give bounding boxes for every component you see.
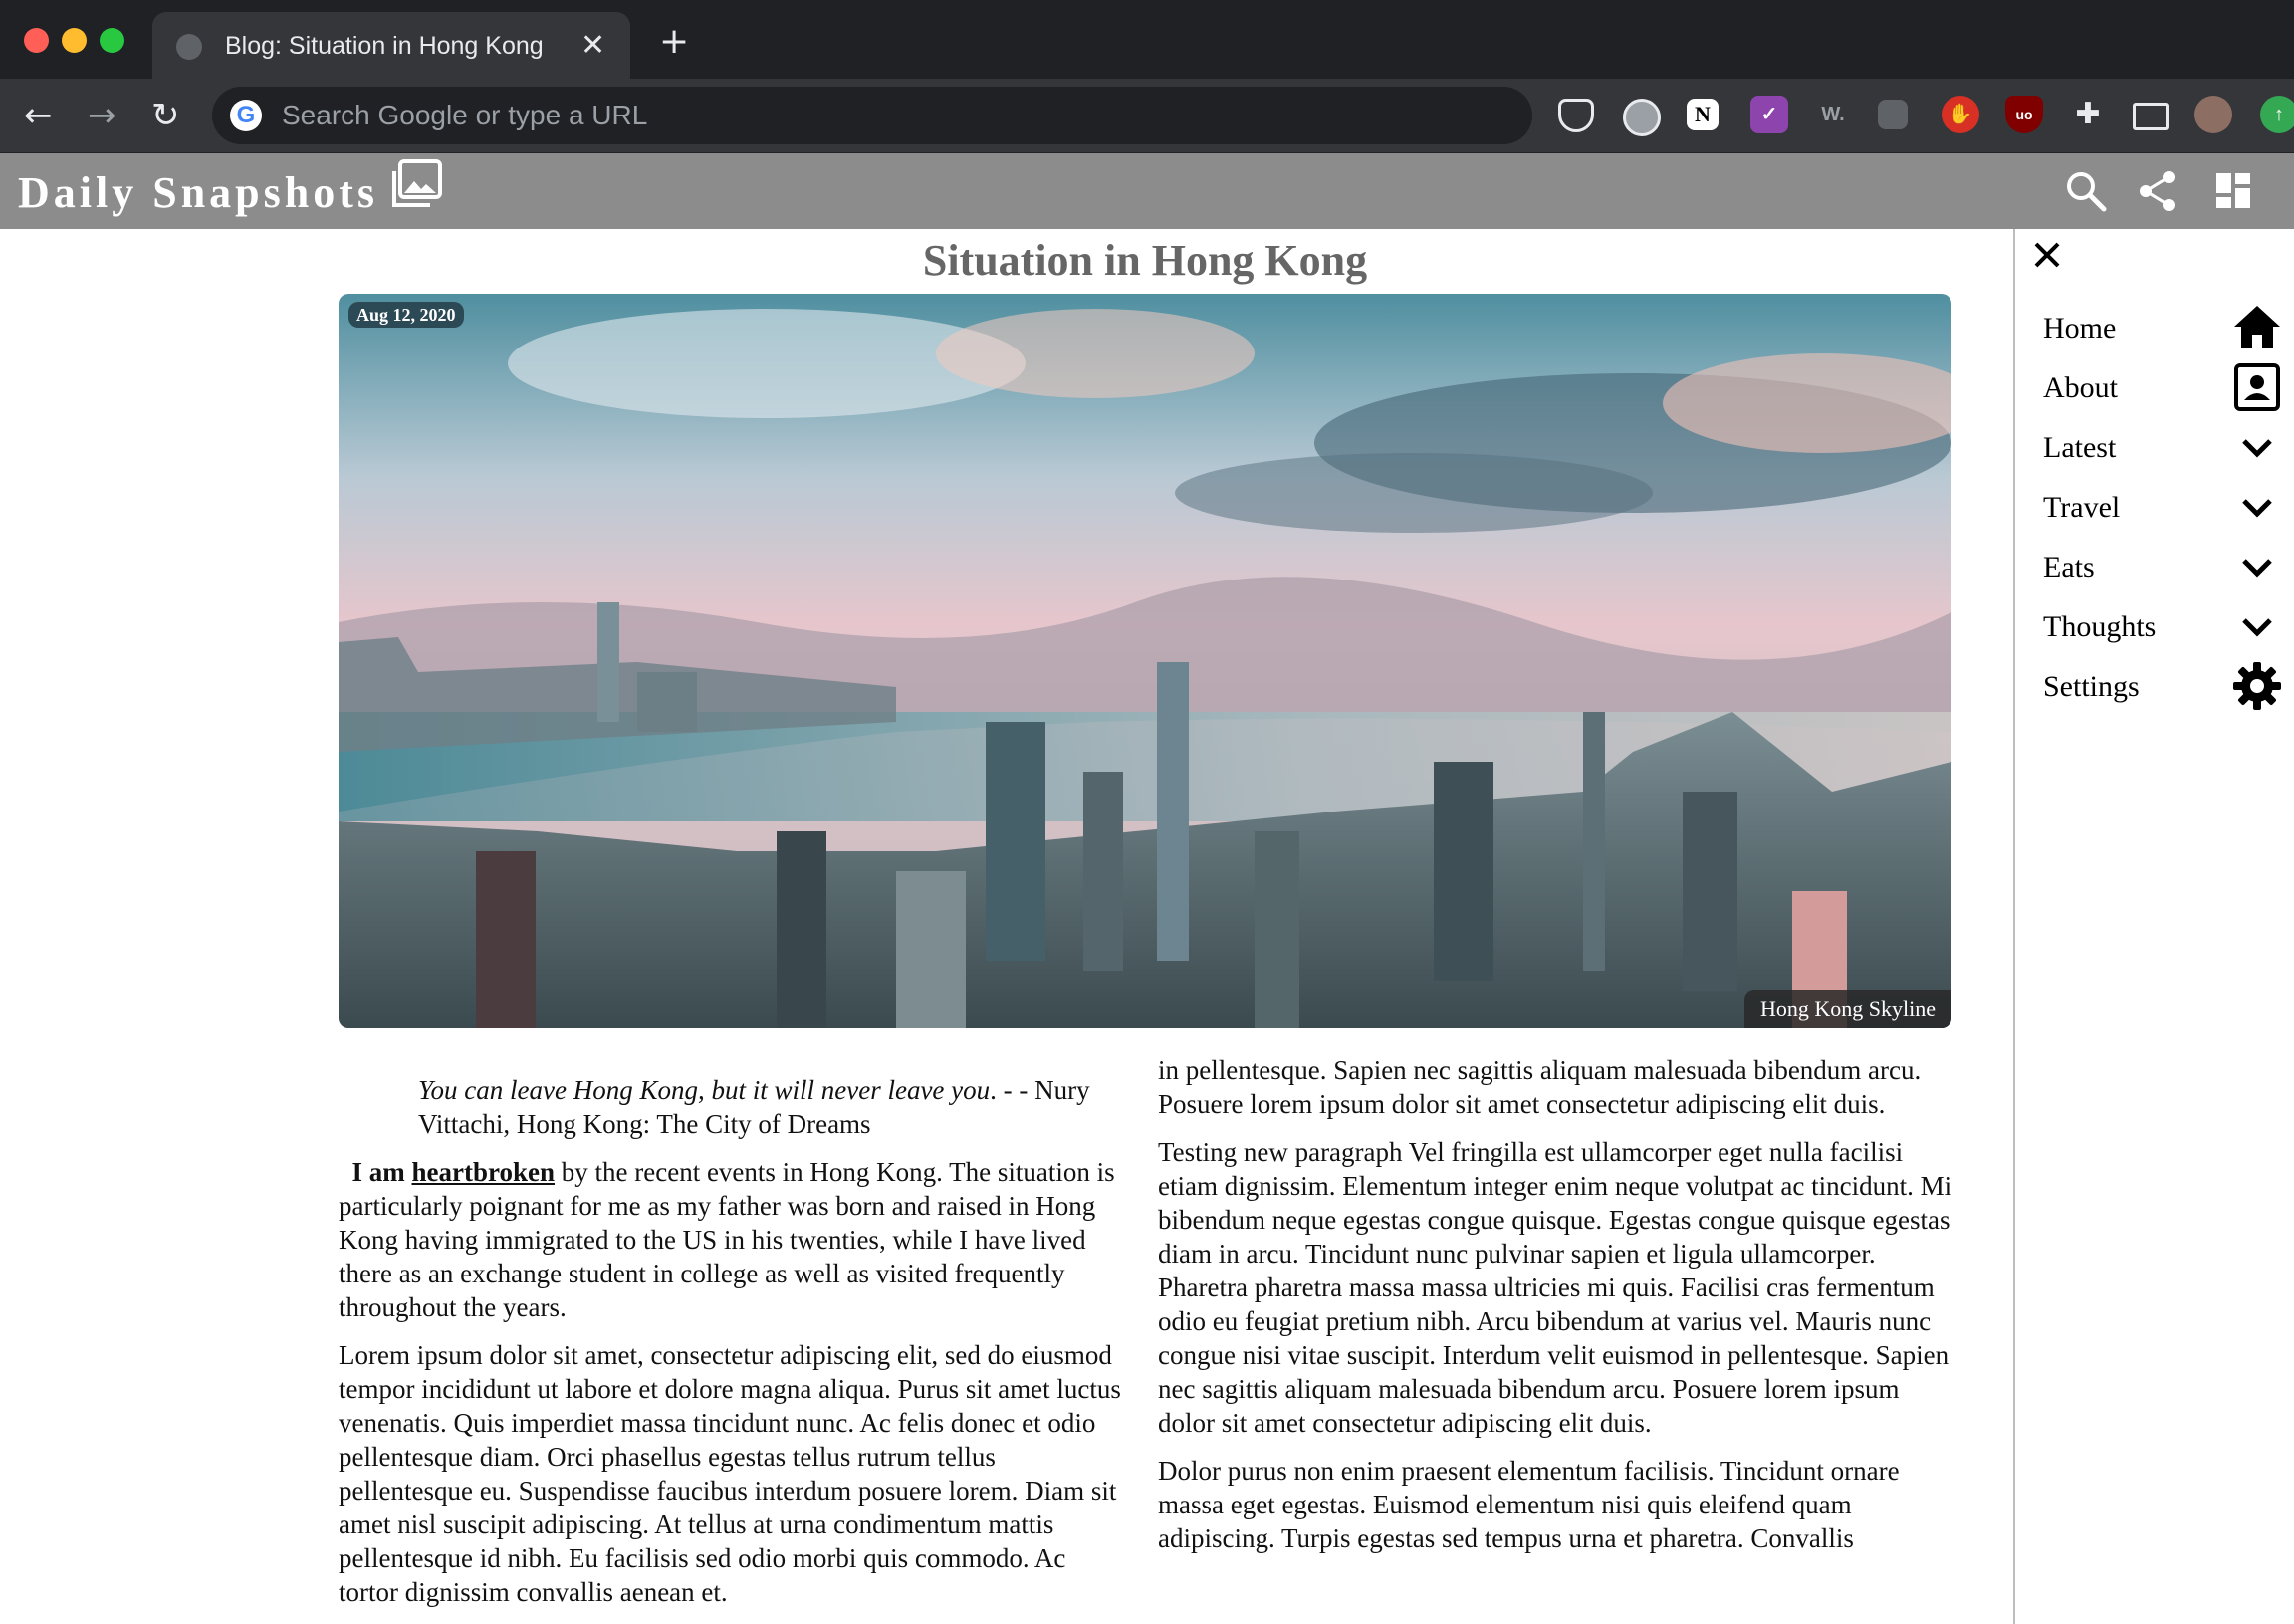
new-tab-button[interactable]: +: [659, 24, 689, 60]
menu-item-label: Eats: [2043, 551, 2095, 583]
checklist-icon[interactable]: ✓: [1750, 96, 1788, 133]
address-input[interactable]: [282, 87, 1477, 144]
office-icon[interactable]: [1878, 100, 1908, 129]
hero-image: Aug 12, 2020 Hong Kong Skyline: [339, 294, 1951, 1028]
minimize-window-button[interactable]: [62, 28, 87, 53]
profile-avatar[interactable]: [2194, 96, 2232, 133]
gallery-icon: [392, 159, 442, 207]
menu-item-label: Settings: [2043, 670, 2140, 703]
quote-text: You can leave Hong Kong, but it will nev…: [418, 1075, 991, 1105]
article-left-column: You can leave Hong Kong, but it will nev…: [339, 1073, 1121, 1623]
cast-icon[interactable]: [2133, 103, 2169, 130]
site-header: Daily Snapshots: [0, 153, 2294, 229]
home-icon: [2234, 306, 2280, 348]
wordtune-icon[interactable]: W.: [1814, 96, 1852, 133]
chevron-down-icon: [2242, 499, 2272, 518]
back-arrow-icon[interactable]: ←: [24, 97, 53, 134]
circle-extension-icon[interactable]: [1623, 99, 1661, 136]
globe-icon: [176, 34, 202, 60]
menu-item-latest[interactable]: Latest: [2043, 422, 2282, 472]
stop-hand-icon[interactable]: ✋: [1942, 96, 1979, 133]
epigraph: You can leave Hong Kong, but it will nev…: [339, 1073, 1121, 1141]
hong-kong-skyline-photo: [339, 294, 1951, 1028]
ublock-icon[interactable]: uo: [2005, 96, 2043, 133]
chevron-down-icon: [2242, 559, 2272, 578]
dolor-paragraph: Dolor purus non enim praesent elementum …: [1158, 1456, 1900, 1553]
dashboard-icon[interactable]: [2212, 169, 2256, 213]
reload-icon[interactable]: ↻: [151, 97, 180, 134]
article-title: Situation in Hong Kong: [922, 236, 1368, 285]
address-bar[interactable]: G: [212, 87, 1532, 144]
menu-item-label: About: [2043, 371, 2118, 404]
menu-item-about[interactable]: About: [2043, 362, 2282, 412]
share-icon[interactable]: [2136, 169, 2179, 213]
update-icon[interactable]: ↑: [2260, 96, 2294, 133]
close-icon[interactable]: [2029, 237, 2065, 273]
browser-tabstrip: Blog: Situation in Hong Kong ✕ +: [0, 0, 2294, 79]
menu-item-label: Home: [2043, 312, 2117, 345]
article-right-column: in pellentesque. Sapien nec sagittis ali…: [1158, 1053, 1954, 1569]
google-icon: G: [230, 100, 262, 131]
chevron-down-icon: [2242, 618, 2272, 637]
close-window-button[interactable]: [24, 28, 49, 53]
tab-close-icon[interactable]: ✕: [580, 28, 605, 64]
menu-item-label: Thoughts: [2043, 610, 2157, 643]
maximize-window-button[interactable]: [100, 28, 124, 53]
side-menu: Home About Latest Travel Eats Thoughts S…: [2013, 229, 2294, 1624]
menu-item-travel[interactable]: Travel: [2043, 482, 2282, 532]
browser-toolbar: ← → ↻ G N ✓ W. ✋ uo ✚ ↑: [0, 79, 2294, 153]
testing-paragraph: Testing new paragraph Vel fringilla est …: [1158, 1137, 1952, 1438]
site-brand[interactable]: Daily Snapshots: [18, 167, 378, 219]
menu-item-label: Latest: [2043, 431, 2117, 464]
contact-card-icon: [2234, 363, 2280, 411]
notion-icon[interactable]: N: [1687, 99, 1719, 130]
forward-arrow-icon[interactable]: →: [88, 97, 116, 134]
intro-paragraph: I am heartbroken by the recent events in…: [339, 1155, 1121, 1324]
browser-tab[interactable]: Blog: Situation in Hong Kong ✕: [152, 12, 630, 79]
heartbroken-link[interactable]: heartbroken: [412, 1157, 556, 1187]
pocket-icon[interactable]: [1558, 99, 1594, 132]
image-caption: Hong Kong Skyline: [1744, 990, 1951, 1028]
menu-item-settings[interactable]: Settings: [2043, 661, 2282, 711]
chevron-down-icon: [2242, 439, 2272, 458]
menu-item-home[interactable]: Home: [2043, 303, 2282, 352]
lorem-paragraph: Lorem ipsum dolor sit amet, consectetur …: [339, 1340, 1121, 1607]
tab-title: Blog: Situation in Hong Kong: [225, 32, 544, 60]
menu-item-thoughts[interactable]: Thoughts: [2043, 601, 2282, 651]
search-icon[interactable]: [2064, 169, 2108, 213]
gear-icon: [2233, 662, 2281, 710]
puzzle-icon[interactable]: ✚: [2069, 96, 2107, 133]
menu-item-label: Travel: [2043, 491, 2121, 524]
menu-item-eats[interactable]: Eats: [2043, 542, 2282, 591]
date-badge: Aug 12, 2020: [348, 302, 464, 328]
intro-lead: I am: [351, 1157, 405, 1187]
continued-paragraph: in pellentesque. Sapien nec sagittis ali…: [1158, 1055, 1922, 1119]
